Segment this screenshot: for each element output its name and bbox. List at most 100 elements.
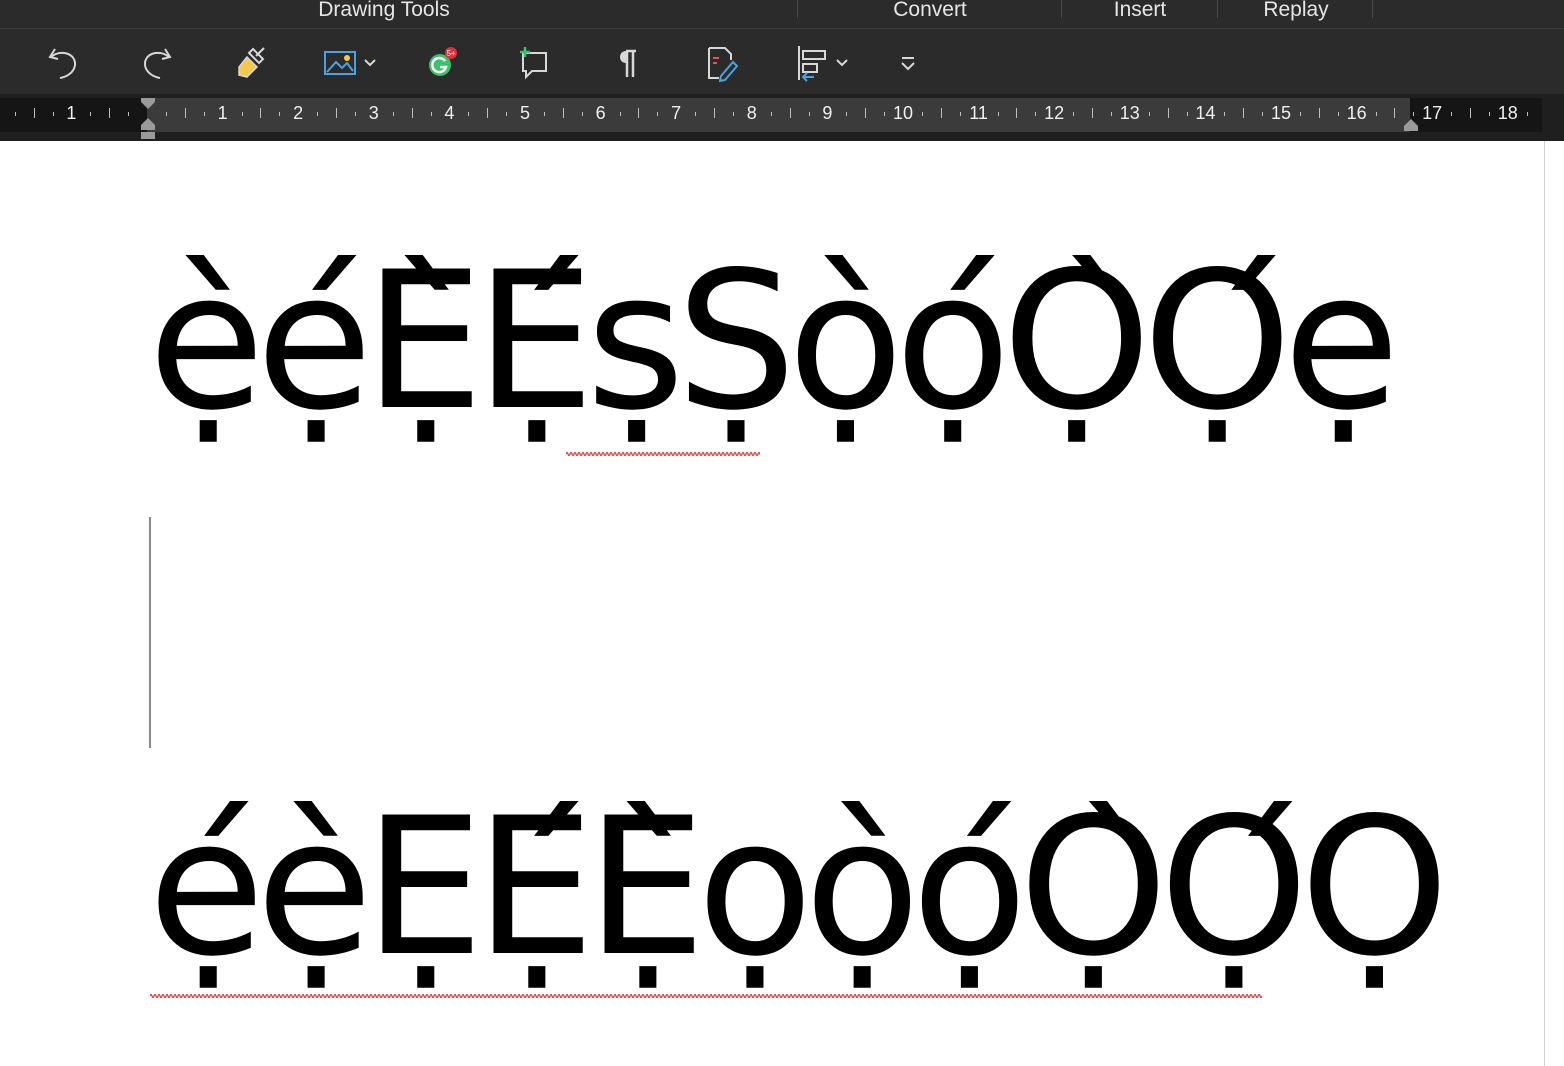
page-edge xyxy=(1544,141,1545,1066)
spelling-error-underline xyxy=(566,451,760,457)
insert-picture-button[interactable] xyxy=(316,41,382,85)
undo-button[interactable] xyxy=(40,41,86,85)
ruler-tick xyxy=(940,108,942,118)
ruler-tick xyxy=(90,112,92,116)
picture-icon xyxy=(324,51,356,75)
ruler-tick xyxy=(241,112,243,116)
ruler-number: 14 xyxy=(1195,103,1216,123)
ruler-number: 3 xyxy=(368,103,379,123)
ribbon-tab-bar: Drawing Tools Convert Insert Replay xyxy=(0,0,1564,28)
right-indent-marker[interactable] xyxy=(1402,118,1420,132)
ruler-tick xyxy=(279,112,281,116)
ruler-number: 18 xyxy=(1497,103,1518,123)
paragraph-mark-icon xyxy=(620,49,636,77)
ruler-tick xyxy=(1167,108,1169,118)
ruler-tick xyxy=(1375,112,1377,116)
ruler-tick xyxy=(1224,112,1226,116)
ruler-tick xyxy=(33,108,35,118)
ruler-tick xyxy=(1148,112,1150,116)
grammarly-badge: 5+ xyxy=(446,49,455,58)
first-line-indent-marker[interactable] xyxy=(139,96,157,140)
ruler-number: 15 xyxy=(1270,103,1292,123)
ruler-number: 10 xyxy=(892,103,914,123)
new-comment-button[interactable] xyxy=(510,41,556,85)
ruler-tick xyxy=(184,108,186,118)
format-painter-icon xyxy=(238,47,265,78)
ruler-tick xyxy=(732,112,734,116)
ruler-tick xyxy=(1451,112,1453,116)
tab-convert[interactable]: Convert xyxy=(870,0,990,28)
ruler-tick xyxy=(336,108,337,118)
ruler-number: 4 xyxy=(444,103,455,123)
ruler-tick xyxy=(165,112,167,116)
ruler-tick xyxy=(411,108,413,118)
show-formatting-button[interactable] xyxy=(604,41,650,85)
ruler-tick xyxy=(543,112,545,116)
ruler-tick xyxy=(1092,108,1093,118)
horizontal-ruler[interactable]: 1 1 2 3 4 5 6 7 8 9 10 11 12 13 14 15 16 17 18 xyxy=(0,94,1564,141)
ruler-tick xyxy=(808,112,810,116)
ruler-tick xyxy=(846,112,848,116)
ruler-tick xyxy=(1016,108,1018,118)
align-left-icon xyxy=(798,46,826,82)
ruler-tick xyxy=(959,112,961,116)
tab-replay[interactable]: Replay xyxy=(1250,0,1342,28)
ruler-tick xyxy=(260,108,262,118)
ruler-number: 11 xyxy=(969,103,988,123)
ruler-tick xyxy=(1394,108,1396,118)
tab-drawing-tools[interactable]: Drawing Tools xyxy=(304,0,464,28)
text-line-1[interactable]: ẹ̀ẹ́Ẹ̀Ẹ́ṣṢọ̀ọ́Ọ̀Ọ́ẹ xyxy=(148,247,1400,437)
ruler-tick xyxy=(1413,112,1415,116)
ruler-tick xyxy=(14,112,16,116)
ruler-tick xyxy=(1243,108,1245,118)
ruler-tick xyxy=(1337,112,1339,116)
spelling-error-underline xyxy=(150,993,1262,999)
chevron-down-icon[interactable] xyxy=(836,58,848,68)
tab-separator xyxy=(1061,0,1062,18)
ruler-tick xyxy=(638,108,640,118)
ruler-tick xyxy=(506,112,508,116)
ruler-tick xyxy=(109,108,111,118)
ruler-tick xyxy=(695,112,697,116)
ruler-tick xyxy=(430,112,432,116)
editor-button[interactable] xyxy=(698,41,744,85)
ruler-tick xyxy=(1186,112,1188,116)
ruler-tick xyxy=(468,112,470,116)
ruler-tick xyxy=(1488,112,1490,116)
tab-separator xyxy=(797,0,798,18)
redo-button[interactable] xyxy=(134,41,180,85)
ruler-number: 9 xyxy=(822,103,833,123)
ruler-number: 12 xyxy=(1044,103,1065,123)
ruler-tick xyxy=(1073,112,1075,116)
tab-insert[interactable]: Insert xyxy=(1100,0,1180,28)
ruler-tick xyxy=(619,112,621,116)
ruler-tick xyxy=(1262,112,1264,116)
ruler-tick xyxy=(487,108,489,118)
ruler-tick xyxy=(865,108,867,118)
ruler-tick xyxy=(581,112,583,116)
grammarly-button[interactable]: 5+ xyxy=(418,41,462,85)
ruler-tick xyxy=(203,112,205,116)
ruler-tick xyxy=(1318,108,1320,118)
ruler-tick xyxy=(392,112,394,116)
ruler-tick xyxy=(770,112,772,116)
ruler-number: 1 xyxy=(66,103,77,123)
ruler-tick xyxy=(354,112,356,116)
ruler-tick xyxy=(1526,112,1528,116)
customize-toolbar-button[interactable] xyxy=(892,41,924,85)
ruler-number: 17 xyxy=(1422,103,1443,123)
text-line-2[interactable]: ẹ́ẹ̀ẸẸ́Ẹ̀ọọ̀ọ́Ọ̀Ọ́Ọ xyxy=(148,793,1449,983)
format-painter-button[interactable] xyxy=(228,41,274,85)
align-objects-button[interactable] xyxy=(788,41,854,85)
quick-toolbar: 5+ xyxy=(0,28,1564,95)
ruler-tick xyxy=(1299,112,1301,116)
grammarly-icon: 5+ xyxy=(429,47,457,76)
chevron-down-icon[interactable] xyxy=(364,58,376,68)
ruler-number: 8 xyxy=(746,103,757,123)
ruler-number: 1 xyxy=(217,103,228,123)
ruler-tick xyxy=(714,108,715,118)
ruler-tick xyxy=(52,112,54,116)
ruler-tick xyxy=(128,112,130,116)
ruler-number: 5 xyxy=(519,103,531,123)
ruler-tick xyxy=(657,112,659,116)
